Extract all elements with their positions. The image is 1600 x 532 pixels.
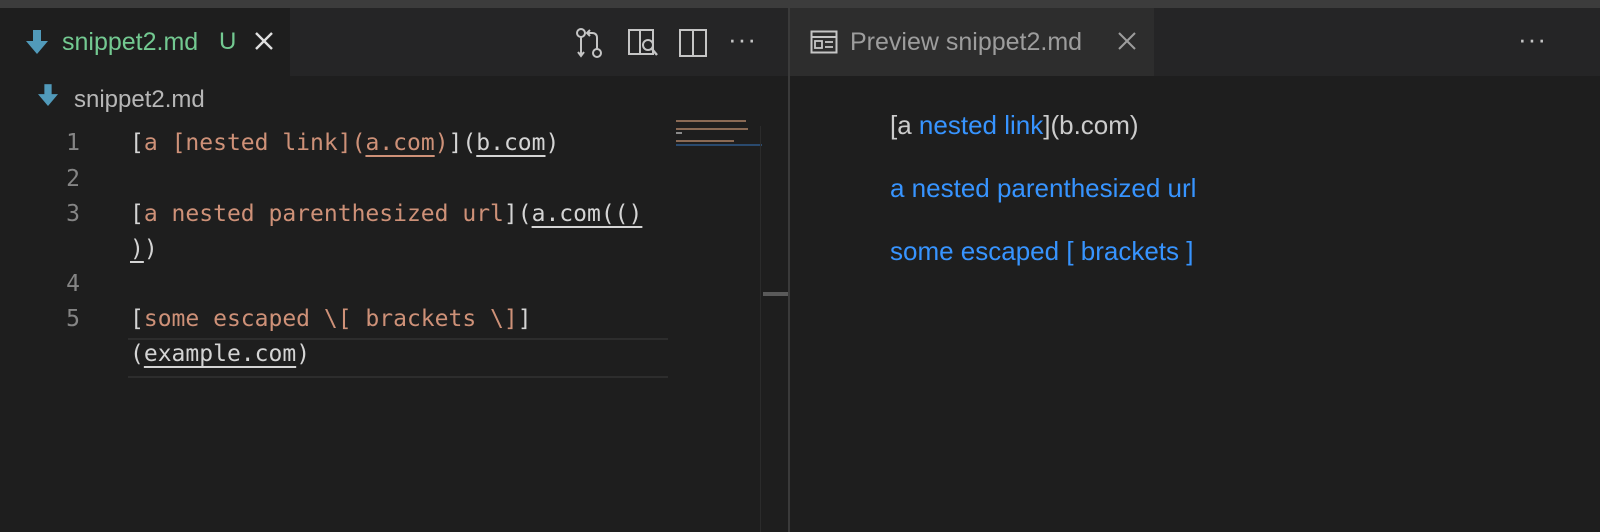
minimap-line bbox=[676, 144, 762, 146]
line-number: 3 bbox=[66, 201, 80, 227]
markdown-file-icon bbox=[26, 30, 48, 54]
minimap-line bbox=[676, 128, 748, 130]
open-changes-icon[interactable] bbox=[572, 26, 606, 60]
minimap[interactable] bbox=[674, 118, 762, 178]
preview-tab-label: Preview snippet2.md bbox=[850, 28, 1083, 56]
preview-link[interactable]: a nested parenthesized url bbox=[890, 173, 1196, 204]
code-line-3-wrap[interactable]: )) bbox=[130, 236, 158, 262]
editor-group: snippet2.md U ··· snippet2.md 1 [a [nest… bbox=[0, 8, 789, 532]
breadcrumb[interactable]: snippet2.md bbox=[0, 76, 788, 116]
preview-tab-bar: Preview snippet2.md ··· bbox=[790, 8, 1600, 76]
vertical-scrollbar[interactable] bbox=[760, 126, 789, 532]
tab-filename: snippet2.md bbox=[62, 28, 199, 56]
code-line-5[interactable]: [some escaped \[ brackets \]] bbox=[130, 306, 532, 332]
markdown-file-icon bbox=[38, 84, 58, 106]
line-number: 4 bbox=[66, 271, 80, 297]
preview-link[interactable]: some escaped [ brackets ] bbox=[890, 236, 1193, 267]
close-icon[interactable] bbox=[1116, 29, 1138, 53]
line-number: 5 bbox=[66, 306, 80, 332]
preview-icon bbox=[810, 30, 838, 54]
minimap-line bbox=[676, 140, 734, 142]
untracked-badge: U bbox=[219, 28, 237, 55]
tab-preview-snippet2-md[interactable]: Preview snippet2.md bbox=[790, 8, 1154, 76]
code-line-5-wrap[interactable]: (example.com) bbox=[130, 341, 310, 367]
more-actions-button[interactable]: ··· bbox=[1518, 24, 1547, 55]
code-line-1[interactable]: [a [nested link](a.com)](b.com) bbox=[130, 130, 559, 156]
code-editor[interactable]: 1 [a [nested link](a.com)](b.com) 2 3 [a… bbox=[0, 116, 670, 532]
preview-link[interactable]: nested link bbox=[919, 110, 1043, 140]
close-icon[interactable] bbox=[252, 27, 276, 55]
line-number: 2 bbox=[66, 166, 80, 192]
split-editor-icon[interactable] bbox=[676, 26, 710, 60]
preview-group: Preview snippet2.md ··· [a nested link](… bbox=[790, 8, 1600, 532]
editor-tab-bar: snippet2.md U ··· bbox=[0, 8, 788, 76]
breadcrumb-filename[interactable]: snippet2.md bbox=[74, 86, 205, 114]
minimap-line bbox=[676, 132, 682, 134]
line-number: 1 bbox=[66, 130, 80, 156]
open-preview-to-side-icon[interactable] bbox=[626, 26, 660, 60]
more-actions-button[interactable]: ··· bbox=[728, 24, 757, 55]
preview-paragraph-1: [a nested link](b.com) bbox=[890, 110, 1139, 140]
code-line-3[interactable]: [a nested parenthesized url](a.com(() bbox=[130, 201, 642, 227]
tab-snippet2-md[interactable]: snippet2.md U bbox=[0, 8, 290, 76]
minimap-line bbox=[676, 120, 746, 122]
window-top-border bbox=[0, 0, 1600, 8]
scrollbar-thumb[interactable] bbox=[763, 292, 789, 296]
